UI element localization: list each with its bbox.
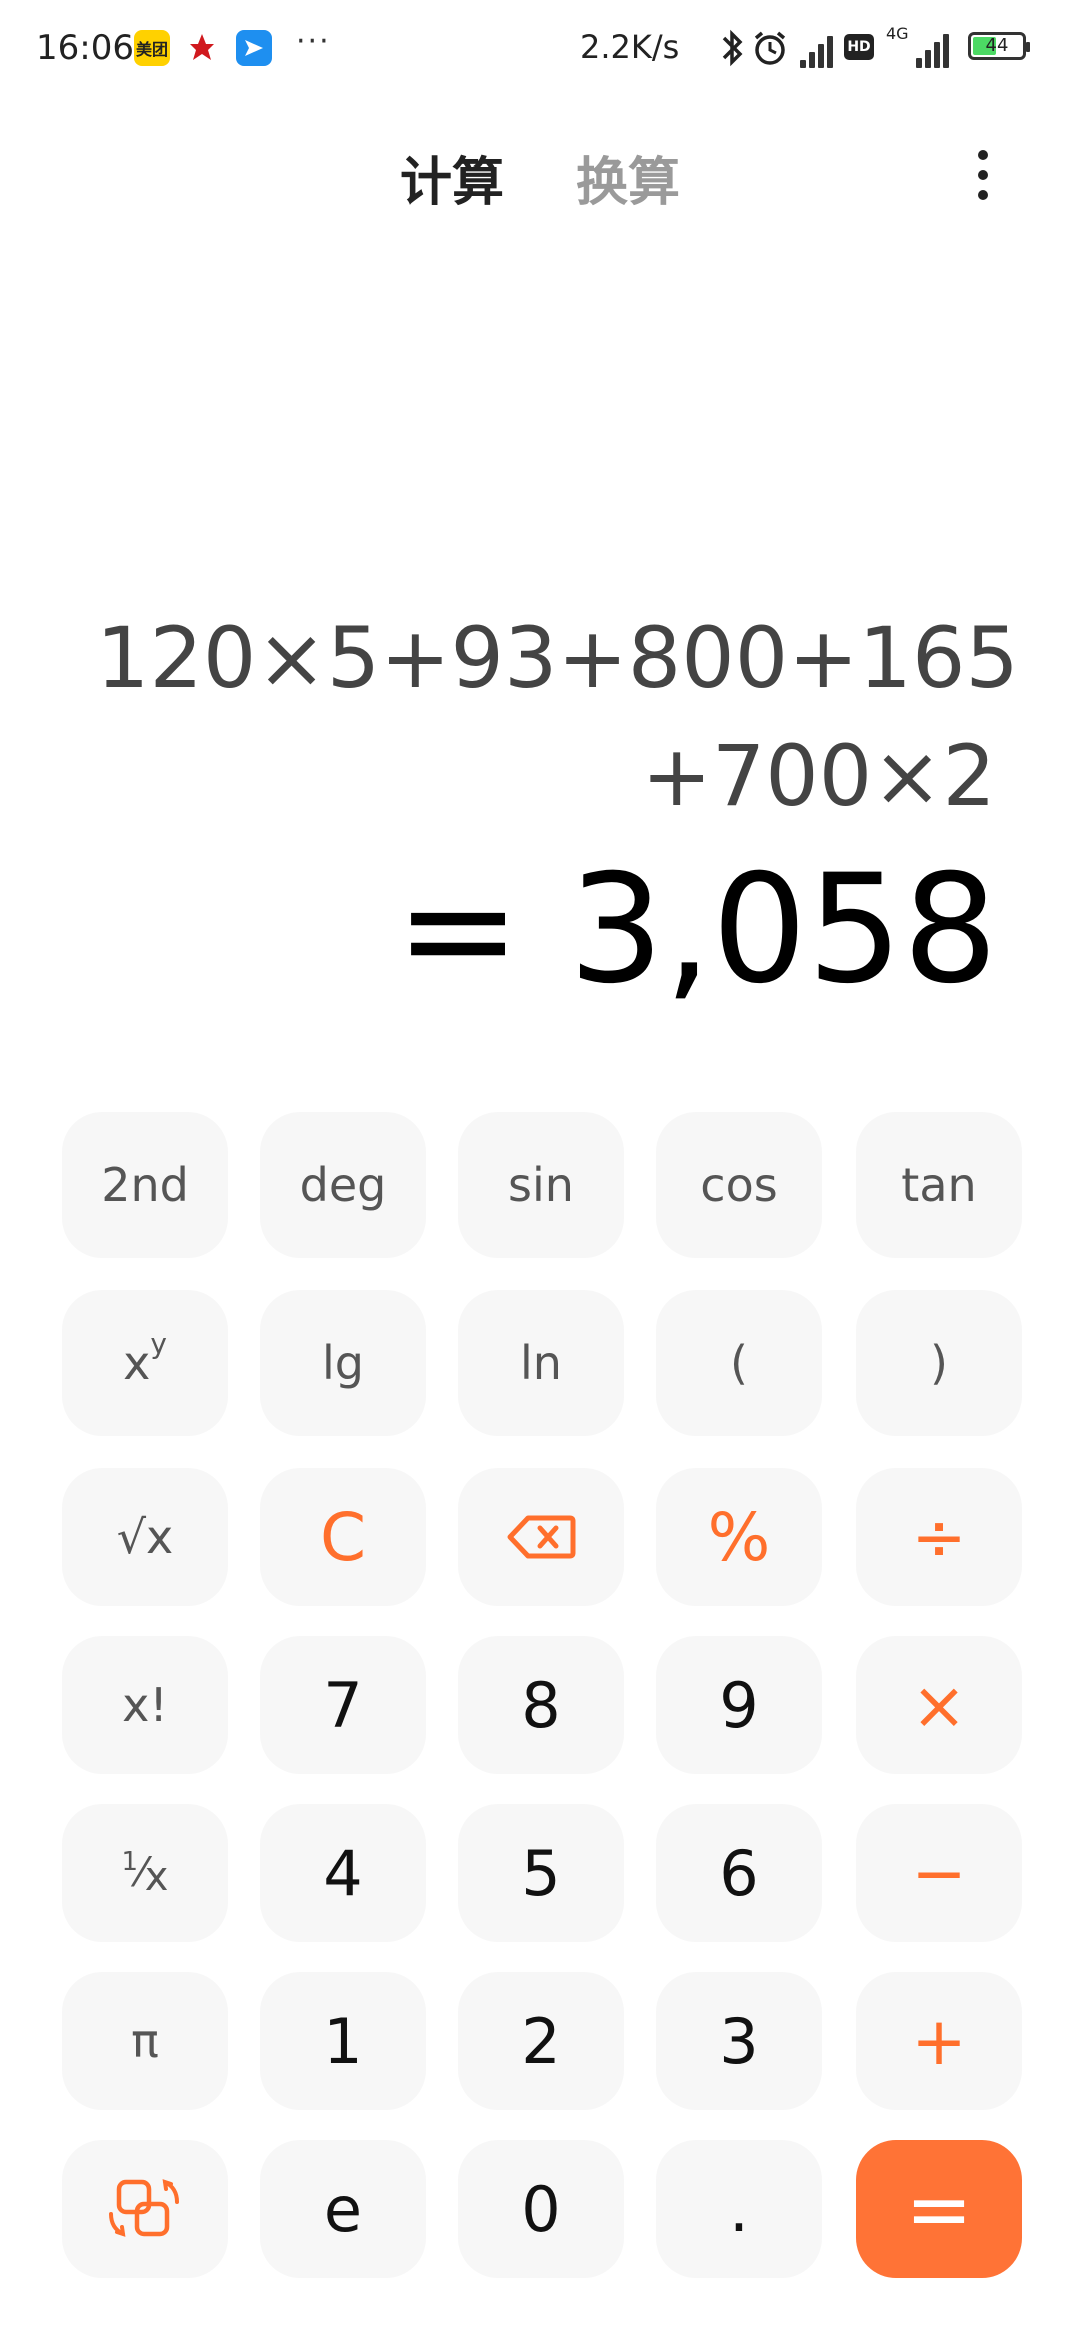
meituan-app-icon: 美团 <box>134 30 170 66</box>
power-exponent: y <box>150 1326 167 1360</box>
backspace-icon <box>507 1515 576 1559</box>
digit-8-button[interactable]: 8 <box>458 1636 624 1774</box>
bank-app-icon <box>184 30 220 66</box>
left-paren-button[interactable]: ( <box>656 1290 822 1436</box>
cos-button[interactable]: cos <box>656 1112 822 1258</box>
decimal-point-button[interactable]: . <box>656 2140 822 2278</box>
tab-calculate[interactable]: 计算 <box>400 140 504 215</box>
reciprocal-numerator: 1 <box>121 1847 139 1877</box>
digit-0-button[interactable]: 0 <box>458 2140 624 2278</box>
digit-3-button[interactable]: 3 <box>656 1972 822 2110</box>
digit-1-button[interactable]: 1 <box>260 1972 426 2110</box>
bank-logo-icon <box>190 34 214 60</box>
sin-button[interactable]: sin <box>458 1112 624 1258</box>
percent-button[interactable]: % <box>656 1468 822 1606</box>
more-options-icon[interactable] <box>968 148 998 202</box>
status-time: 16:06 <box>36 28 134 68</box>
status-bar: 16:06 美团 ··· 2.2K/s HD 4G 44 <box>0 0 1080 100</box>
reciprocal-button[interactable]: 1⁄x <box>62 1804 228 1942</box>
digit-4-button[interactable]: 4 <box>260 1804 426 1942</box>
meituan-label: 美团 <box>136 40 169 59</box>
deg-button[interactable]: deg <box>260 1112 426 1258</box>
right-paren-button[interactable]: ) <box>856 1290 1022 1436</box>
clear-button[interactable]: C <box>260 1468 426 1606</box>
power-base: x <box>123 1336 151 1390</box>
second-function-button[interactable]: 2nd <box>62 1112 228 1258</box>
tan-button[interactable]: tan <box>856 1112 1022 1258</box>
reciprocal-label: 1⁄x <box>121 1847 169 1900</box>
messenger-app-icon <box>236 30 272 66</box>
e-constant-button[interactable]: e <box>260 2140 426 2278</box>
alarm-icon <box>754 31 786 65</box>
backspace-button[interactable] <box>458 1468 624 1606</box>
battery-icon: 44 <box>968 32 1030 60</box>
digit-7-button[interactable]: 7 <box>260 1636 426 1774</box>
multiply-button[interactable]: × <box>856 1636 1022 1774</box>
ln-button[interactable]: ln <box>458 1290 624 1436</box>
digit-5-button[interactable]: 5 <box>458 1804 624 1942</box>
factorial-button[interactable]: x! <box>62 1636 228 1774</box>
network-speed: 2.2K/s <box>580 28 680 66</box>
more-notifications-icon: ··· <box>296 24 331 59</box>
paper-plane-icon <box>245 40 263 56</box>
divide-button[interactable]: ÷ <box>856 1468 1022 1606</box>
result-display: = 3,058 <box>395 843 998 1017</box>
swap-rotate-icon <box>109 2179 179 2237</box>
sqrt-button[interactable]: √x <box>62 1468 228 1606</box>
battery-level: 44 <box>985 35 1009 56</box>
plus-button[interactable]: + <box>856 1972 1022 2110</box>
network-type: 4G <box>886 24 909 43</box>
hd-voice-badge: HD <box>844 34 874 60</box>
bluetooth-icon <box>722 29 743 67</box>
lg-button[interactable]: lg <box>260 1290 426 1436</box>
minus-button[interactable]: − <box>856 1804 1022 1942</box>
equals-button[interactable]: = <box>856 2140 1022 2278</box>
tab-convert[interactable]: 换算 <box>576 140 680 215</box>
digit-2-button[interactable]: 2 <box>458 1972 624 2110</box>
reciprocal-denominator: x <box>144 1854 169 1900</box>
digit-6-button[interactable]: 6 <box>656 1804 822 1942</box>
expression-line-2: +700×2 <box>641 727 996 825</box>
power-button[interactable]: xy <box>62 1290 228 1436</box>
signal-strength-1-icon <box>800 28 836 68</box>
switch-mode-button[interactable] <box>62 2140 228 2278</box>
pi-button[interactable]: π <box>62 1972 228 2110</box>
expression-line-1: 120×5+93+800+165 <box>96 609 1019 707</box>
signal-strength-2-icon <box>916 28 956 68</box>
digit-9-button[interactable]: 9 <box>656 1636 822 1774</box>
